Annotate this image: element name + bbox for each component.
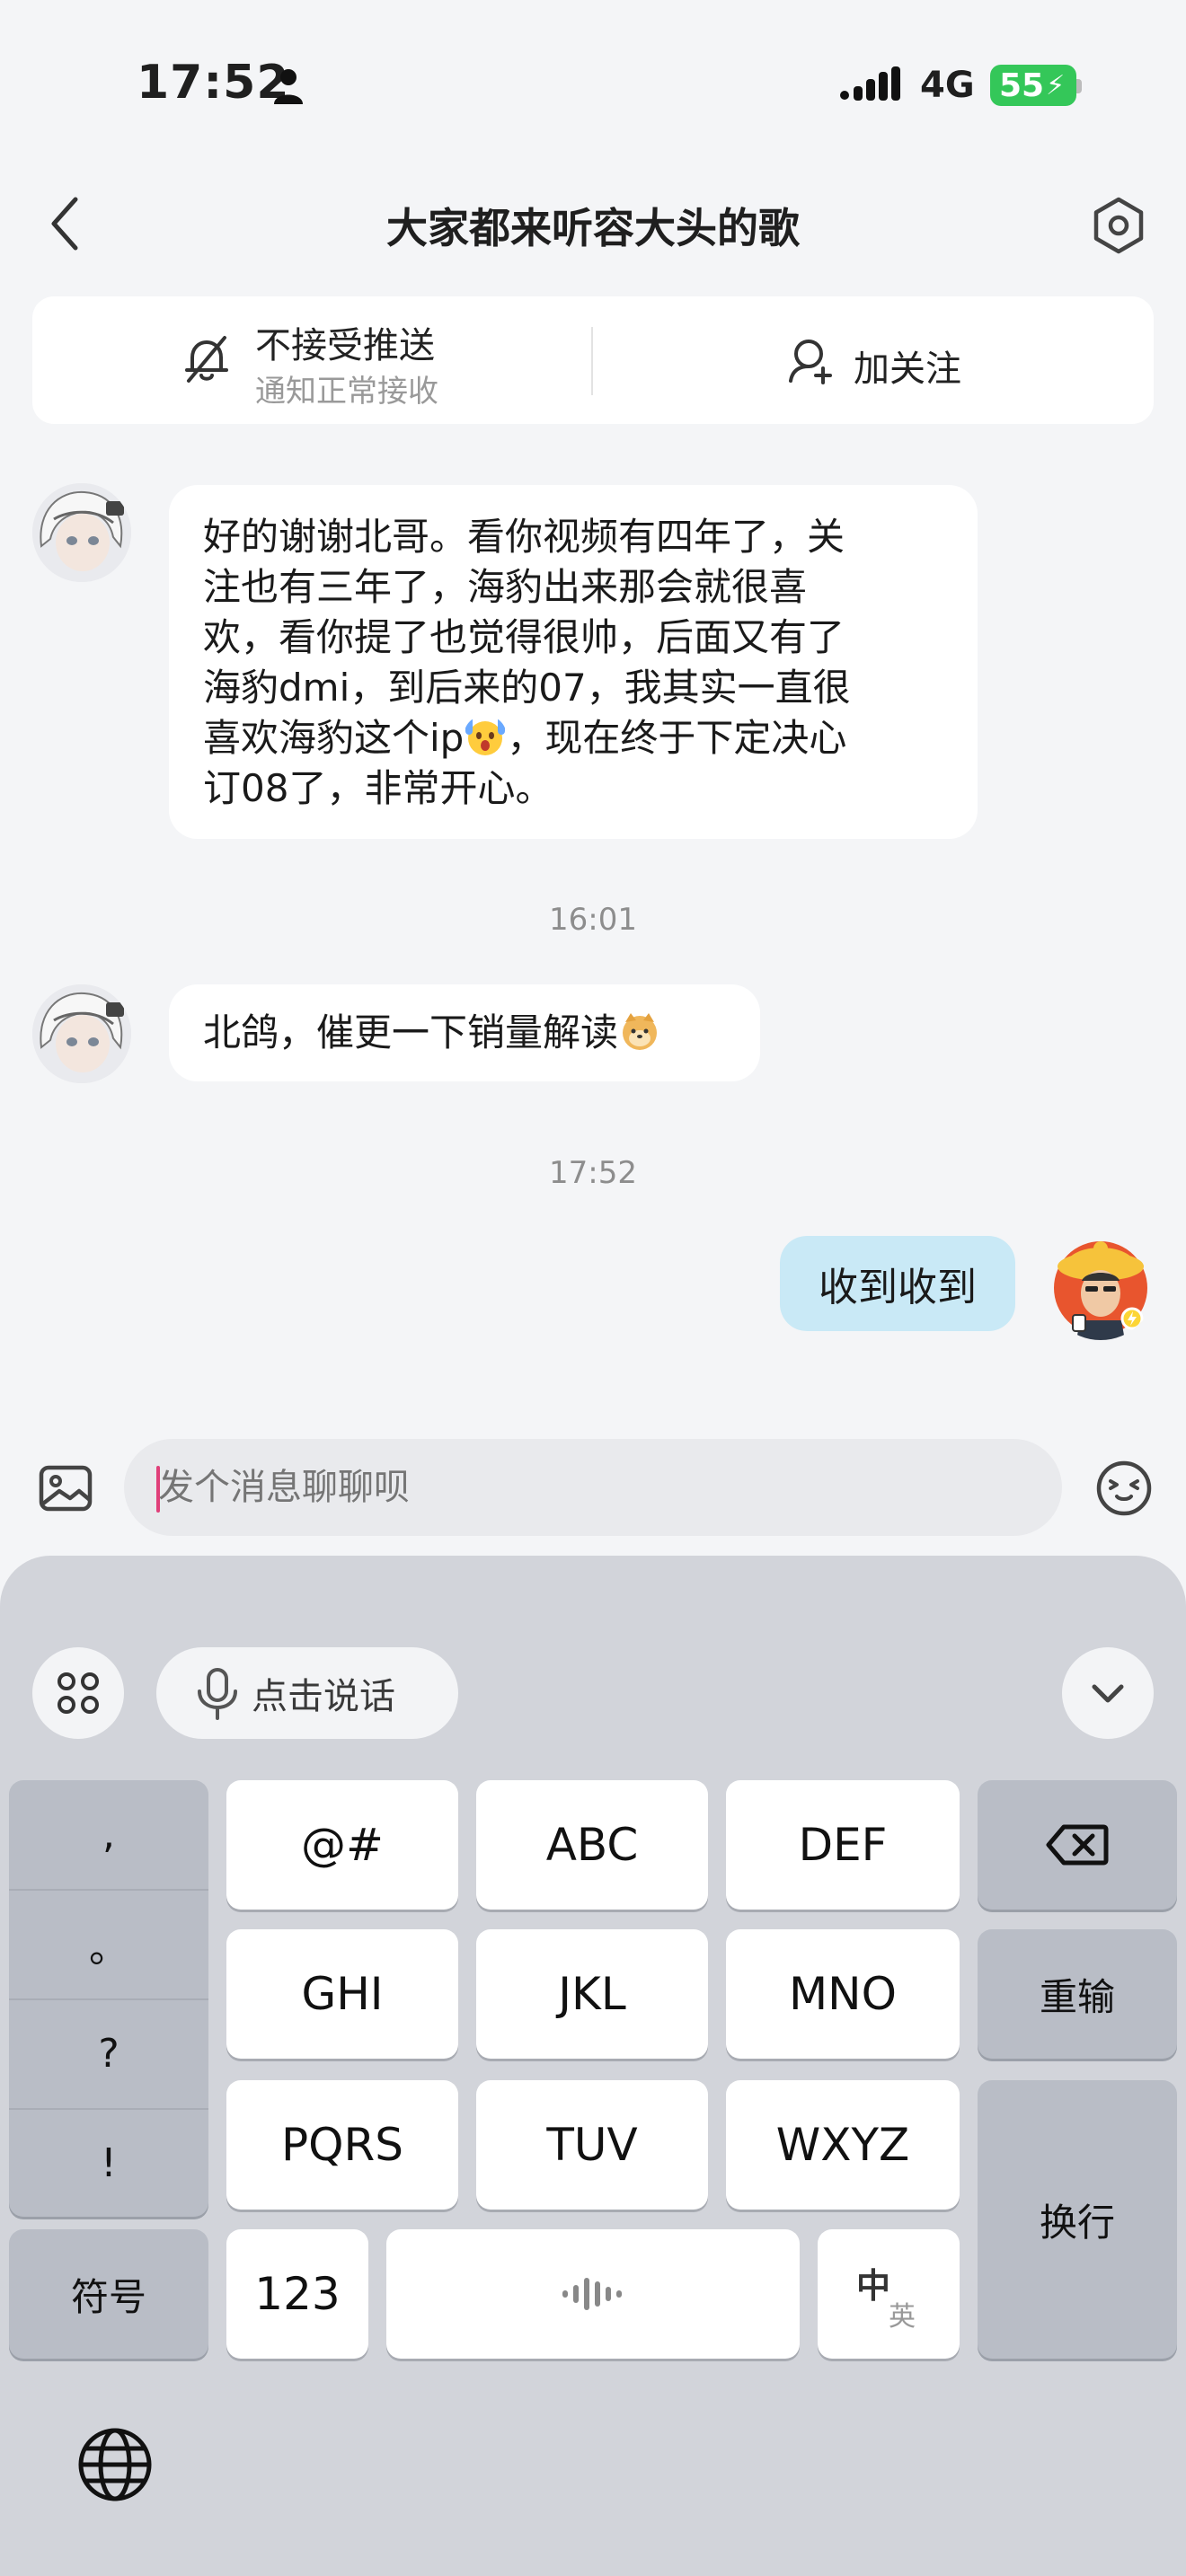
- chat-title: 大家都来听容大头的歌: [386, 204, 800, 252]
- mute-push-subtitle: 通知正常接收: [255, 374, 438, 410]
- follow-button[interactable]: 加关注: [854, 340, 961, 392]
- voice-wave-icon: [562, 2278, 622, 2310]
- key-symbols[interactable]: @#: [226, 1780, 458, 1910]
- language-switch-key[interactable]: 中 英: [818, 2229, 960, 2359]
- avatar[interactable]: [32, 483, 131, 582]
- mute-push-label[interactable]: 不接受推送: [255, 316, 435, 368]
- message-line-with-emoji: 喜欢海豹这个ip ，现在终于下定决心: [203, 713, 945, 763]
- battery-level: 55: [999, 66, 1045, 104]
- message-line: 欢，看你提了也觉得很帅，后面又有了: [203, 615, 845, 659]
- key-pqrs[interactable]: PQRS: [226, 2080, 458, 2210]
- avatar-image: [1054, 1241, 1147, 1340]
- key-tuv[interactable]: TUV: [476, 2080, 708, 2210]
- keyboard-collapse-button[interactable]: [1062, 1647, 1154, 1739]
- number-key[interactable]: 123: [226, 2229, 368, 2359]
- message-text: 收到收到: [819, 1265, 977, 1310]
- surprised-face-emoji-icon: [465, 717, 506, 755]
- key-wxyz[interactable]: WXYZ: [726, 2080, 960, 2210]
- message-timestamp: 17:52: [549, 1155, 637, 1191]
- status-time: 17:52: [137, 56, 290, 110]
- punctuation-key[interactable]: ?: [9, 1999, 208, 2108]
- back-button[interactable]: [43, 192, 88, 255]
- key-def[interactable]: DEF: [726, 1780, 960, 1910]
- punctuation-column: , 。 ? !: [9, 1780, 208, 2217]
- key-abc[interactable]: ABC: [476, 1780, 708, 1910]
- grid-icon: [58, 1672, 99, 1714]
- divider: [591, 327, 593, 395]
- avatar-image: [32, 984, 131, 1083]
- key-jkl[interactable]: JKL: [476, 1929, 708, 2059]
- key-ghi[interactable]: GHI: [226, 1929, 458, 2059]
- message-line: 订08了，非常开心。: [203, 766, 553, 810]
- message-text: 北鸽，催更一下销量解读: [203, 1010, 619, 1054]
- globe-icon[interactable]: [75, 2425, 155, 2504]
- message-bubble-incoming[interactable]: 好的谢谢北哥。看你视频有四年了，关 注也有三年了，海豹出来那会就很喜 欢，看你提…: [169, 485, 978, 839]
- message-timestamp: 16:01: [549, 902, 637, 938]
- message-line: 海豹dmi，到后来的07，我其实一直很: [203, 666, 851, 710]
- signal-icon: [840, 66, 900, 101]
- voice-input-label: 点击说话: [252, 1676, 395, 1717]
- image-picker-icon[interactable]: [34, 1457, 97, 1520]
- message-bubble-outgoing[interactable]: 收到收到: [780, 1236, 1015, 1331]
- message-input[interactable]: [124, 1439, 1062, 1536]
- self-avatar[interactable]: [1046, 1231, 1155, 1340]
- avatar-image: [32, 483, 131, 582]
- language-switch-label: 中 英: [853, 2258, 925, 2333]
- doge-emoji-icon: [623, 1013, 658, 1050]
- person-icon: [274, 69, 303, 104]
- message-text: ，现在终于下定决心: [507, 716, 847, 760]
- text-caret: [156, 1466, 160, 1513]
- network-type: 4G: [920, 65, 975, 106]
- backspace-icon: [1046, 1824, 1109, 1866]
- punctuation-key[interactable]: !: [9, 2109, 208, 2217]
- space-key[interactable]: [386, 2229, 800, 2359]
- settings-icon[interactable]: [1089, 196, 1148, 255]
- keyboard-menu-button[interactable]: [32, 1647, 124, 1739]
- backspace-key[interactable]: [978, 1780, 1177, 1910]
- battery-indicator: 55 ⚡: [990, 65, 1076, 106]
- battery-tip: [1076, 79, 1082, 93]
- lang-en-label: 英: [889, 2301, 916, 2333]
- follow-user-icon[interactable]: [785, 334, 836, 384]
- message-text: 喜欢海豹这个ip: [203, 716, 465, 760]
- reinput-key[interactable]: 重输: [978, 1929, 1177, 2059]
- avatar[interactable]: [32, 984, 131, 1083]
- chevron-down-icon: [1092, 1684, 1124, 1703]
- bell-off-icon[interactable]: [180, 332, 234, 386]
- punctuation-key[interactable]: 。: [9, 1890, 208, 1998]
- symbol-key[interactable]: 符号: [9, 2229, 208, 2359]
- microphone-icon: [198, 1668, 237, 1720]
- key-mno[interactable]: MNO: [726, 1929, 960, 2059]
- newline-key[interactable]: 换行: [978, 2080, 1177, 2359]
- message-line: 注也有三年了，海豹出来那会就很喜: [203, 565, 808, 609]
- punctuation-key[interactable]: ,: [9, 1780, 208, 1889]
- voice-input-button[interactable]: 点击说话: [156, 1647, 458, 1739]
- message-line: 好的谢谢北哥。看你视频有四年了，关: [203, 515, 845, 559]
- charging-icon: ⚡: [1046, 69, 1066, 101]
- emoji-picker-icon[interactable]: [1093, 1457, 1155, 1520]
- message-bubble-incoming[interactable]: 北鸽，催更一下销量解读: [169, 984, 760, 1081]
- lang-zh-label: 中: [856, 2266, 891, 2306]
